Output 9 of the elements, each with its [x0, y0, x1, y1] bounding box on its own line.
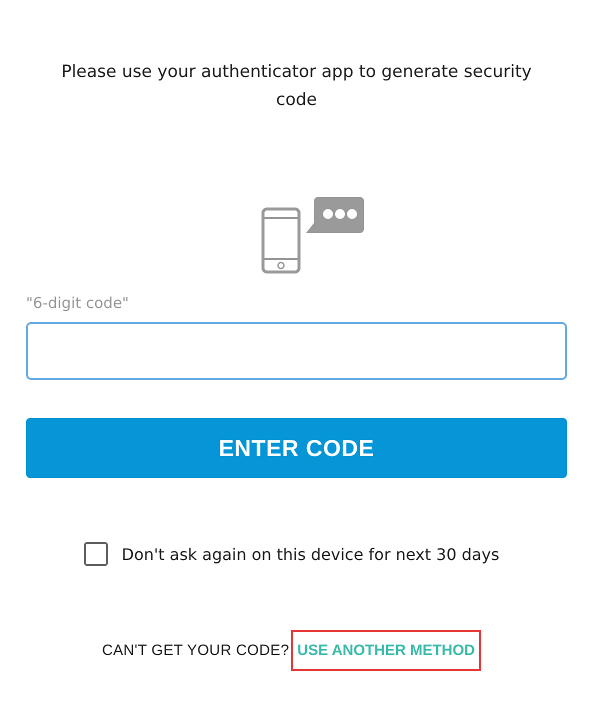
enter-code-button[interactable]: ENTER CODE: [26, 418, 567, 478]
help-prompt: CAN'T GET YOUR CODE?: [102, 642, 290, 659]
checkbox[interactable]: [84, 542, 108, 566]
phone-message-icon: [260, 196, 364, 276]
checkbox-label: Don't ask again on this device for next 30 days: [122, 544, 500, 564]
field-label: "6-digit code": [26, 294, 129, 312]
instruction-text: Please use your authenticator app to generate security code: [60, 61, 533, 112]
another-method-link[interactable]: USE ANOTHER METHOD: [291, 630, 482, 671]
code-input-field[interactable]: [26, 322, 567, 380]
